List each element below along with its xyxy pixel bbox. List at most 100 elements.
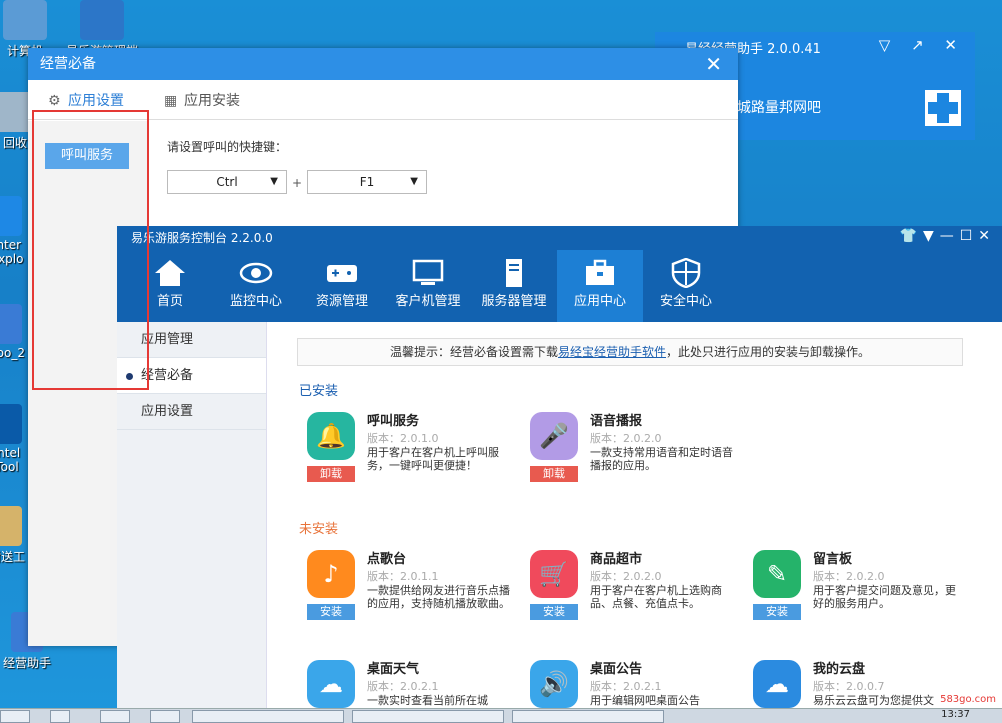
app-name: 留言板	[813, 552, 853, 567]
taskbar-window-1[interactable]	[192, 710, 344, 723]
chevron-down-icon: ▼	[270, 176, 278, 187]
nav-label: 应用中心	[573, 294, 626, 309]
desktop-icon-label: 附送工	[0, 550, 25, 564]
tip-banner: 温馨提示：经营必备设置需下载易经宝经营助手软件，此处只进行应用的安装与卸载操作。	[297, 338, 963, 366]
shield-icon	[671, 258, 701, 288]
boo-app-icon	[0, 304, 22, 344]
app-description: 一款支持常用语音和定时语音播报的应用。	[590, 446, 733, 472]
uninstall-button[interactable]: 卸载	[307, 466, 355, 482]
plus-sign: +	[292, 176, 303, 190]
install-button[interactable]: 安装	[530, 604, 578, 620]
nav-app-center[interactable]: 应用中心	[557, 250, 643, 322]
qr-code-icon	[925, 90, 961, 126]
app-name: 点歌台	[367, 552, 407, 567]
app-description: 一款提供给网友进行音乐点播的应用，支持随机播放歌曲。	[367, 584, 510, 610]
eye-icon	[239, 262, 273, 284]
close-icon[interactable]: ✕	[705, 48, 722, 80]
hotkey-key-value: F1	[359, 175, 375, 189]
app-name: 桌面公告	[590, 662, 643, 677]
tab-app-settings[interactable]: ⚙ 应用设置	[48, 90, 124, 110]
annotation-highlight-box	[32, 110, 149, 390]
app-icon: 🎤	[530, 412, 578, 460]
app-icon: ☁	[753, 660, 801, 708]
helper-window-subtext: 城路量邦网吧	[737, 100, 821, 116]
manager-app-icon	[80, 0, 124, 40]
app-icon: 🔔	[307, 412, 355, 460]
desktop-icon-label: boo_2	[0, 346, 25, 360]
hotkey-modifier-value: Ctrl	[216, 175, 238, 189]
install-button[interactable]: 安装	[753, 604, 801, 620]
start-button[interactable]	[0, 710, 30, 723]
computer-icon	[3, 0, 47, 40]
tab-label: 应用设置	[68, 93, 124, 109]
app-description: 用于客户在客户机上选购商品、点餐、充值点卡。	[590, 584, 722, 610]
nav-client-management[interactable]: 客户机管理	[385, 250, 471, 322]
nav-label: 监控中心	[229, 294, 282, 309]
sidebar-item-label: 应用设置	[141, 404, 194, 419]
download-helper-link[interactable]: 易经宝经营助手软件	[558, 345, 666, 359]
taskbar-pin-3[interactable]	[150, 710, 180, 723]
app-version: 版本：2.0.1.1	[367, 570, 439, 583]
app-name: 呼叫服务	[367, 414, 420, 429]
clock: 13:37	[941, 709, 970, 720]
app-icon: 🛒	[530, 550, 578, 598]
desktop-icon-label: 回收	[2, 136, 27, 150]
console-titlebar: 易乐游服务控制台 2.2.0.0	[117, 226, 1002, 250]
tab-app-install[interactable]: ▦ 应用安装	[164, 90, 240, 110]
taskbar: 13:37	[0, 708, 1002, 723]
taskbar-pin-2[interactable]	[100, 710, 130, 723]
home-icon	[155, 260, 185, 286]
installed-section-title: 已安装	[299, 384, 339, 399]
app-icon: ♪	[307, 550, 355, 598]
chevron-down-icon: ▼	[410, 176, 418, 187]
app-name: 我的云盘	[813, 662, 866, 677]
console-nav: 首页 监控中心 资源管理 客户机管理 服务器管理 应用中心 安全中心	[117, 250, 1002, 322]
desktop-icon-label: intel Tool	[0, 446, 21, 474]
app-version: 版本：2.0.1.0	[367, 432, 439, 445]
app-version: 版本：2.0.2.1	[367, 680, 439, 693]
nav-monitor-center[interactable]: 监控中心	[213, 250, 299, 322]
app-version: 版本：2.0.2.1	[590, 680, 662, 693]
nav-label: 首页	[156, 294, 183, 309]
nav-label: 资源管理	[315, 294, 368, 309]
gear-icon: ⚙	[48, 93, 61, 109]
tip-text: 温馨提示：经营必备设置需下载	[389, 345, 558, 359]
server-icon	[506, 259, 522, 287]
hotkey-modifier-select[interactable]: Ctrl ▼	[167, 170, 287, 194]
console-window-controls[interactable]: 👕▼—☐✕	[900, 228, 996, 244]
desktop-icon-label: Inter Explo	[0, 238, 24, 266]
grid-icon: ▦	[164, 93, 178, 109]
app-name: 商品超市	[590, 552, 643, 567]
nav-label: 服务器管理	[481, 294, 547, 309]
nav-security-center[interactable]: 安全中心	[643, 250, 729, 322]
app-description: 用于客户提交问题及意见，更好的服务用户。	[813, 584, 956, 610]
hotkey-key-select[interactable]: F1 ▼	[307, 170, 427, 194]
uninstall-button[interactable]: 卸载	[530, 466, 578, 482]
sidebar-item-app-settings[interactable]: 应用设置	[117, 394, 266, 430]
app-name: 语音播报	[590, 414, 643, 429]
tip-text: ，此处只进行应用的安装与卸载操作。	[666, 345, 871, 359]
app-card: ♪ 安装 点歌台版本：2.0.1.1 一款提供给网友进行音乐点播的应用，支持随机播放歌…	[307, 550, 517, 630]
nav-label: 安全中心	[659, 294, 712, 309]
desktop-icon-label: 经营助手	[2, 656, 51, 670]
app-description: 一款实时查看当前所在城	[367, 694, 488, 707]
folder-icon	[0, 506, 22, 546]
taskbar-window-3[interactable]	[512, 710, 664, 723]
app-version: 版本：2.0.2.0	[590, 432, 662, 445]
intel-icon	[0, 404, 22, 444]
app-version: 版本：2.0.2.0	[590, 570, 662, 583]
gamepad-icon	[327, 265, 357, 282]
app-description: 用于编辑网吧桌面公告	[590, 694, 700, 707]
app-description: 用于客户在客户机上呼叫服务，一键呼叫更便捷！	[367, 446, 499, 472]
nav-resource-management[interactable]: 资源管理	[299, 250, 385, 322]
taskbar-window-2[interactable]	[352, 710, 504, 723]
dialog-header: 经营必备 ✕	[28, 48, 738, 80]
nav-server-management[interactable]: 服务器管理	[471, 250, 557, 322]
ie-icon	[0, 196, 22, 236]
hotkey-label: 请设置呼叫的快捷键：	[167, 140, 288, 154]
app-card: ✎ 安装 留言板 版本：2.0.2.0 用于客户提交问题及意见，更好的服务用户。	[753, 550, 963, 630]
app-name: 桌面天气	[367, 662, 420, 677]
taskbar-pin-1[interactable]	[50, 710, 70, 723]
helper-window-controls[interactable]: ▽ ↗ ✕	[879, 36, 965, 54]
install-button[interactable]: 安装	[307, 604, 355, 620]
